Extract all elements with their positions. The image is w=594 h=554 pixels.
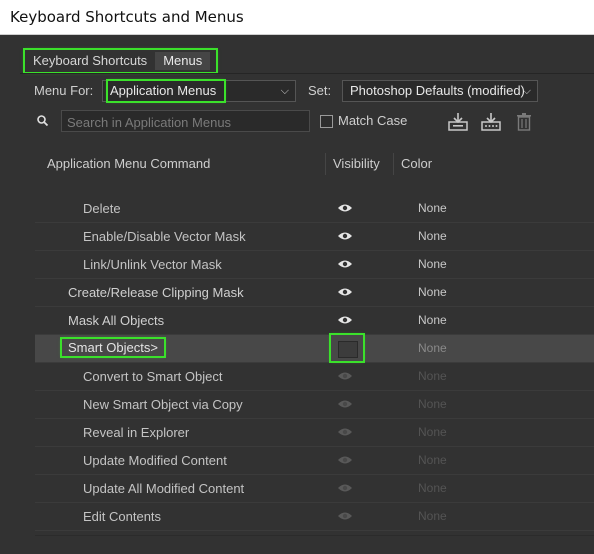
- title-bar: Keyboard Shortcuts and Menus: [0, 0, 594, 35]
- command-label: Convert to Smart Object: [83, 369, 223, 384]
- list-item[interactable]: Reveal in Explorer None: [35, 419, 594, 447]
- eye-icon[interactable]: [337, 229, 353, 243]
- list-item[interactable]: Update Modified Content None: [35, 447, 594, 475]
- chevron-down-icon: ⌵: [522, 85, 531, 97]
- command-label: Smart Objects>: [60, 337, 166, 358]
- color-value[interactable]: None: [418, 369, 447, 383]
- visibility-checkbox[interactable]: [338, 341, 358, 358]
- color-value[interactable]: None: [418, 453, 447, 467]
- color-value[interactable]: None: [418, 481, 447, 495]
- set-dropdown[interactable]: Photoshop Defaults (modified) ⌵: [342, 80, 538, 102]
- color-value[interactable]: None: [418, 425, 447, 439]
- search-field[interactable]: [61, 110, 310, 133]
- menu-for-value: Application Menus: [105, 79, 227, 103]
- eye-icon[interactable]: [337, 313, 353, 327]
- menu-command-list: Delete None Enable/Disable Vector Mask N…: [35, 195, 594, 535]
- eye-icon[interactable]: [337, 453, 353, 467]
- list-bottom-border: [35, 535, 594, 536]
- list-item[interactable]: Mask All Objects None: [35, 307, 594, 335]
- list-item-selected[interactable]: Smart Objects> None: [35, 333, 594, 363]
- window-title: Keyboard Shortcuts and Menus: [10, 8, 244, 26]
- command-label: New Smart Object via Copy: [83, 397, 243, 412]
- tab-menus[interactable]: Menus: [155, 52, 211, 70]
- color-value[interactable]: None: [418, 341, 447, 355]
- command-label: Reveal in Explorer: [83, 425, 190, 440]
- tab-bar: Keyboard Shortcuts Menus: [22, 48, 219, 74]
- column-divider: [393, 153, 394, 175]
- match-case-checkbox[interactable]: [320, 115, 333, 128]
- color-value[interactable]: None: [418, 313, 447, 327]
- list-item[interactable]: Create/Release Clipping Mask None: [35, 279, 594, 307]
- eye-icon[interactable]: [337, 481, 353, 495]
- list-item[interactable]: Link/Unlink Vector Mask None: [35, 251, 594, 279]
- command-label: Update Modified Content: [83, 453, 227, 468]
- column-header-command[interactable]: Application Menu Command: [47, 156, 210, 171]
- color-value[interactable]: None: [418, 201, 447, 215]
- eye-icon[interactable]: [337, 201, 353, 215]
- eye-icon[interactable]: [337, 425, 353, 439]
- command-label: Create/Release Clipping Mask: [68, 285, 244, 300]
- dialog-panel: Keyboard Shortcuts Menus Menu For: Appli…: [0, 35, 594, 554]
- color-value[interactable]: None: [418, 509, 447, 523]
- command-label: Update All Modified Content: [83, 481, 245, 496]
- chevron-down-icon: ⌵: [280, 85, 289, 97]
- search-icon: [37, 115, 49, 127]
- menu-for-label: Menu For:: [34, 83, 94, 98]
- command-label: Enable/Disable Vector Mask: [83, 229, 246, 244]
- command-label: Link/Unlink Vector Mask: [83, 257, 222, 272]
- command-label: Delete: [83, 201, 121, 216]
- search-input[interactable]: [62, 111, 309, 133]
- color-value[interactable]: None: [418, 257, 447, 271]
- list-item[interactable]: Enable/Disable Vector Mask None: [35, 223, 594, 251]
- eye-icon[interactable]: [337, 285, 353, 299]
- list-item[interactable]: Edit Contents None: [35, 503, 594, 531]
- set-value: Photoshop Defaults (modified): [350, 83, 525, 98]
- eye-icon[interactable]: [337, 257, 353, 271]
- menu-for-dropdown[interactable]: Application Menus ⌵: [102, 79, 296, 103]
- list-item[interactable]: Convert to Smart Object None: [35, 363, 594, 391]
- color-value[interactable]: None: [418, 229, 447, 243]
- set-label: Set:: [308, 83, 332, 98]
- command-label: Edit Contents: [83, 509, 162, 524]
- list-item[interactable]: Delete None: [35, 195, 594, 223]
- column-header-visibility[interactable]: Visibility: [333, 156, 380, 171]
- save-set-as-icon[interactable]: [480, 111, 502, 133]
- color-value[interactable]: None: [418, 397, 447, 411]
- tabs-divider: [20, 73, 594, 74]
- eye-icon[interactable]: [337, 509, 353, 523]
- delete-set-icon[interactable]: [513, 111, 535, 133]
- column-header-color[interactable]: Color: [401, 156, 432, 171]
- eye-icon[interactable]: [337, 397, 353, 411]
- list-item[interactable]: New Smart Object via Copy None: [35, 391, 594, 419]
- eye-icon[interactable]: [337, 369, 353, 383]
- column-divider: [325, 153, 326, 175]
- match-case-label: Match Case: [338, 113, 408, 128]
- tab-keyboard-shortcuts[interactable]: Keyboard Shortcuts: [29, 50, 155, 72]
- list-item[interactable]: Update All Modified Content None: [35, 475, 594, 503]
- color-value[interactable]: None: [418, 285, 447, 299]
- save-set-icon[interactable]: [447, 111, 469, 133]
- command-label: Mask All Objects: [68, 313, 165, 328]
